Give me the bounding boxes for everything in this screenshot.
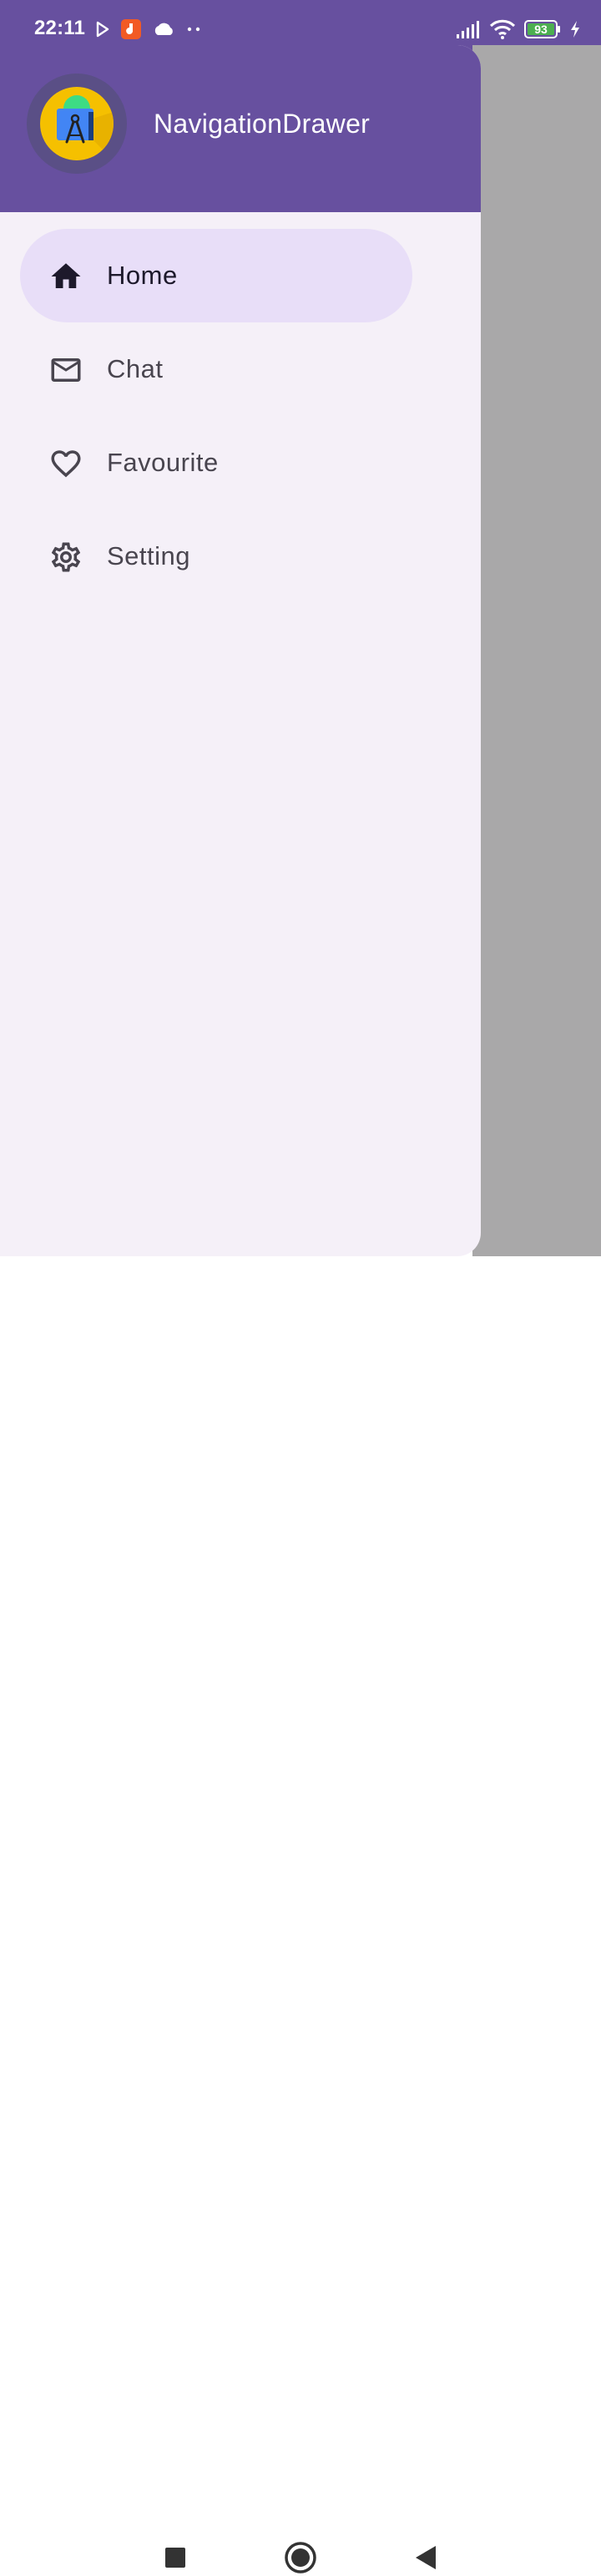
notification-icons [95, 18, 202, 40]
drawer-header: NavigationDrawer [0, 45, 481, 212]
signal-icon [457, 21, 479, 38]
recents-button[interactable] [157, 2539, 194, 2576]
drawer-menu: Home Chat Favourite Setting [0, 229, 481, 603]
system-navigation-bar [0, 1256, 601, 2573]
cloud-icon [154, 23, 173, 35]
drawer-title: NavigationDrawer [154, 109, 371, 139]
gear-icon [51, 542, 81, 572]
charging-icon [571, 21, 579, 38]
drawer-item-label: Favourite [107, 448, 219, 477]
wifi-icon [489, 19, 516, 39]
drawer-item-label: Home [107, 261, 178, 290]
home-button[interactable] [282, 2539, 319, 2576]
drawer-item-favourite[interactable]: Favourite [20, 416, 412, 510]
drawer-item-chat[interactable]: Chat [20, 322, 412, 416]
system-icons: 93 [456, 18, 581, 40]
scrim-overlay[interactable] [472, 45, 601, 1256]
app-notification-icon [121, 19, 141, 39]
drawer-item-label: Chat [107, 354, 164, 383]
back-button[interactable] [407, 2539, 444, 2576]
battery-icon: 93 [524, 20, 561, 38]
battery-level: 93 [534, 23, 548, 36]
android-studio-logo-icon [40, 87, 114, 160]
navigation-drawer: NavigationDrawer Home Chat Favourite Set… [0, 45, 481, 1256]
play-store-icon [96, 21, 109, 38]
home-icon [51, 263, 81, 288]
heart-icon [51, 450, 81, 478]
drawer-item-label: Setting [107, 541, 191, 570]
status-time: 22:11 [34, 17, 86, 39]
mail-icon [51, 358, 81, 382]
drawer-item-home[interactable]: Home [20, 229, 412, 322]
avatar [27, 74, 127, 174]
drawer-item-setting[interactable]: Setting [20, 510, 412, 603]
more-dots-icon [187, 27, 200, 32]
